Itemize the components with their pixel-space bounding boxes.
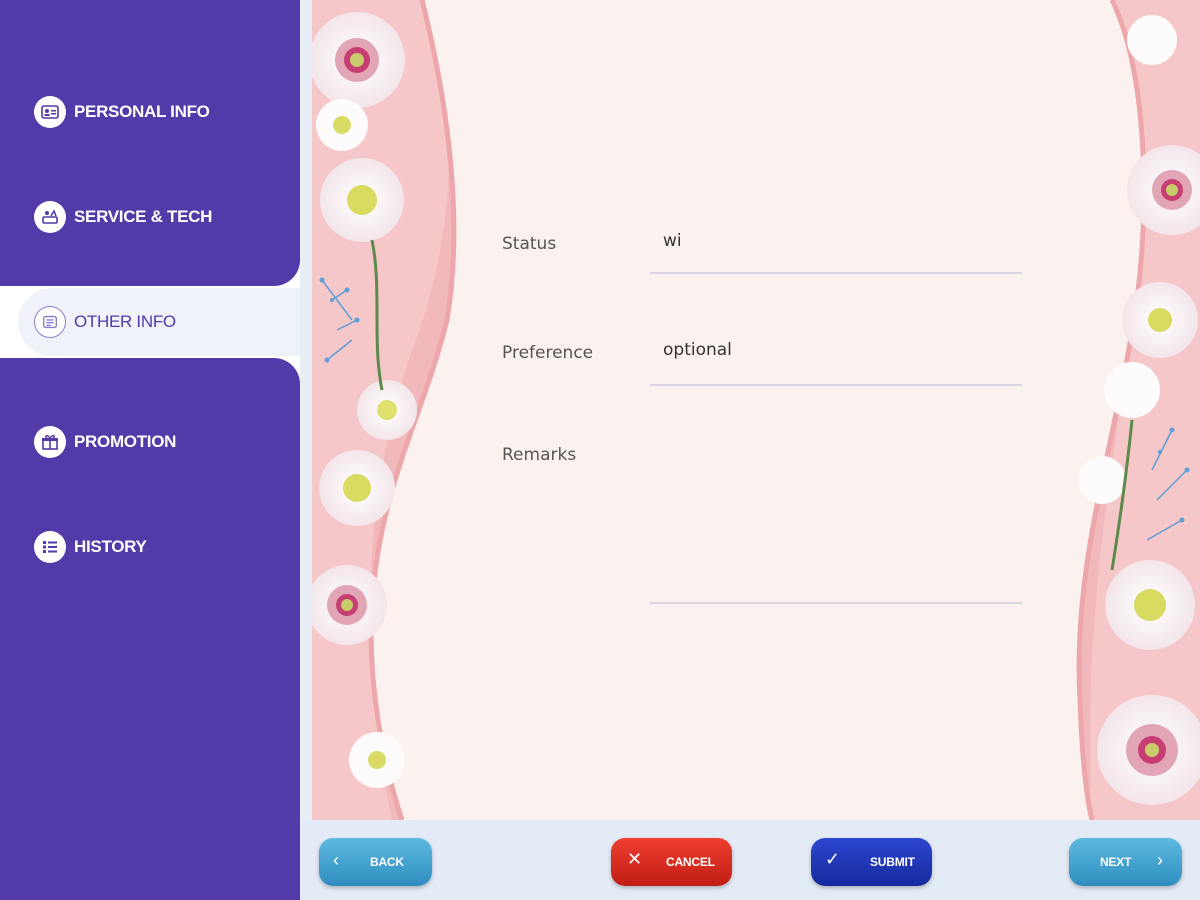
remarks-label: Remarks: [502, 445, 577, 465]
sidebar-item-service-tech[interactable]: SERVICE & TECH: [34, 200, 212, 234]
remarks-underline: [650, 602, 1022, 604]
gift-icon: [34, 426, 66, 458]
close-icon: ✕: [627, 849, 642, 869]
list-icon: [34, 531, 66, 563]
back-label: BACK: [370, 855, 404, 869]
floral-background: [312, 0, 1200, 820]
check-icon: ✓: [825, 849, 840, 869]
preference-underline: [650, 384, 1022, 386]
info-card-icon: [34, 306, 66, 338]
submit-button[interactable]: ✓ SUBMIT: [811, 838, 932, 886]
sidebar-top-panel: [0, 0, 300, 286]
sidebar-item-personal-info[interactable]: PERSONAL INFO: [34, 95, 210, 129]
back-button[interactable]: ‹ BACK: [319, 838, 432, 886]
submit-label: SUBMIT: [870, 855, 915, 869]
chevron-right-icon: ›: [1157, 850, 1163, 870]
sidebar-item-label: PERSONAL INFO: [74, 102, 210, 121]
cancel-button[interactable]: ✕ CANCEL: [611, 838, 732, 886]
footer-bar: ‹ BACK ✕ CANCEL ✓ SUBMIT NEXT ›: [300, 820, 1200, 900]
remarks-field[interactable]: [663, 445, 1023, 595]
sidebar-item-history[interactable]: HISTORY: [34, 530, 147, 564]
id-card-icon: [34, 96, 66, 128]
sidebar-item-label: SERVICE & TECH: [74, 207, 213, 226]
status-underline: [650, 272, 1022, 274]
spa-icon: [34, 201, 66, 233]
form-panel: [312, 0, 1200, 820]
chevron-left-icon: ‹: [333, 850, 339, 870]
sidebar-item-label: HISTORY: [74, 537, 147, 556]
sidebar-item-other-info[interactable]: OTHER INFO: [18, 288, 300, 356]
sidebar: PERSONAL INFO SERVICE & TECH OTHER INFO …: [0, 0, 300, 900]
next-label: NEXT: [1100, 855, 1132, 869]
status-label: Status: [502, 234, 557, 254]
preference-field[interactable]: optional: [663, 340, 732, 360]
sidebar-item-label: PROMOTION: [74, 432, 177, 451]
sidebar-item-promotion[interactable]: PROMOTION: [34, 425, 176, 459]
next-button[interactable]: NEXT ›: [1069, 838, 1182, 886]
preference-label: Preference: [502, 343, 594, 363]
cancel-label: CANCEL: [666, 855, 715, 869]
status-field[interactable]: wi: [663, 231, 682, 251]
sidebar-item-label: OTHER INFO: [74, 312, 176, 331]
